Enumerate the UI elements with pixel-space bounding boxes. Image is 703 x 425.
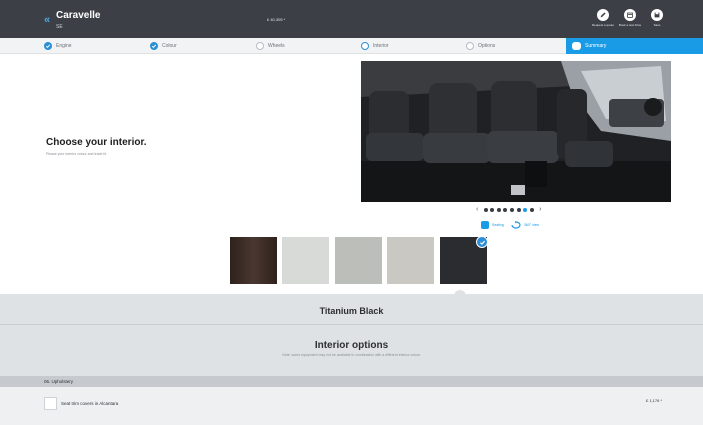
total-price: £ 40,305 * (267, 17, 286, 22)
step-circle-icon (361, 42, 369, 50)
tab-colour[interactable]: Colour (150, 38, 177, 54)
top-bar: « Caravelle SE £ 40,305 * Request a quot… (0, 0, 703, 38)
image-carousel: ‹ › (472, 206, 545, 213)
upholstery-group-header[interactable] (0, 376, 703, 387)
save-label: Save (653, 23, 661, 27)
selected-check-icon (476, 236, 488, 248)
tab-colour-label: Colour (162, 43, 177, 49)
save-icon (651, 9, 663, 21)
carousel-dot-active[interactable] (523, 207, 528, 212)
carousel-dot[interactable] (516, 207, 521, 212)
interior-options-title: Interior options (314, 340, 389, 351)
book-test-drive-button[interactable]: Book a test drive (618, 9, 642, 27)
check-icon (150, 42, 158, 50)
model-trim: SE (56, 24, 63, 30)
tab-engine[interactable]: Engine (44, 38, 72, 54)
carousel-dot[interactable] (496, 207, 501, 212)
save-button[interactable]: Save (645, 9, 669, 27)
model-title: Caravelle (56, 10, 101, 21)
panel-notch (454, 290, 466, 296)
tab-interior[interactable]: Interior (361, 38, 389, 54)
upholstery-group-label: 06. Upholstery (44, 379, 74, 384)
carousel-dot[interactable] (483, 207, 488, 212)
tab-summary-label: Summary (585, 43, 607, 49)
tab-summary[interactable]: Summary (566, 38, 703, 54)
page-title: Choose your interior. (46, 137, 147, 148)
option-row[interactable] (0, 387, 703, 425)
seating-icon[interactable] (481, 221, 489, 229)
check-icon (44, 42, 52, 50)
carousel-dot[interactable] (510, 207, 515, 212)
swatch-brown-leather[interactable] (230, 237, 277, 284)
tab-engine-label: Engine (56, 43, 72, 49)
swatch-stone-fabric[interactable] (387, 237, 434, 284)
tab-options-label: Options (478, 43, 496, 49)
request-quote-label: Request a quote (591, 23, 615, 27)
step-circle-icon (466, 42, 474, 50)
carousel-dot[interactable] (503, 207, 508, 212)
option-price: £ 1,176 * (646, 398, 663, 403)
chevron-left-icon[interactable]: ‹ (472, 206, 482, 213)
seating-view-link[interactable]: Seating (492, 223, 504, 227)
step-circle-icon (256, 42, 264, 50)
pencil-icon (597, 9, 609, 21)
swatch-grey-fabric[interactable] (335, 237, 382, 284)
tab-interior-label: Interior (373, 43, 389, 49)
tab-wheels-label: Wheels (268, 43, 285, 49)
interior-image (361, 61, 671, 202)
chevron-right-icon[interactable]: › (535, 206, 545, 213)
interior-options-note: Note: some equipment may not be availabl… (282, 353, 421, 357)
option-label: Seat trim covers in Alcantara (61, 401, 119, 406)
tab-wheels[interactable]: Wheels (256, 38, 285, 54)
view-360-link[interactable]: 360° view (524, 223, 539, 227)
selected-colour-name: Titanium Black (319, 306, 384, 316)
carousel-dot[interactable] (490, 207, 495, 212)
divider (0, 324, 703, 325)
book-test-drive-label: Book a test drive (618, 23, 642, 27)
calendar-icon (624, 9, 636, 21)
tab-options[interactable]: Options (466, 38, 495, 54)
rotate-360-icon[interactable] (511, 221, 521, 229)
carousel-dot[interactable] (529, 207, 534, 212)
configurator-steps: Engine Colour Wheels Interior Options Su… (0, 38, 703, 54)
back-chevron-icon[interactable]: « (44, 15, 50, 26)
request-quote-button[interactable]: Request a quote (591, 9, 615, 27)
option-checkbox[interactable] (44, 397, 57, 410)
swatch-light-grey-fabric[interactable] (282, 237, 329, 284)
view-switcher: Seating 360° view (481, 221, 539, 229)
page-subtitle: Please your interior colour and trade li… (46, 152, 107, 156)
summary-icon (572, 42, 581, 50)
